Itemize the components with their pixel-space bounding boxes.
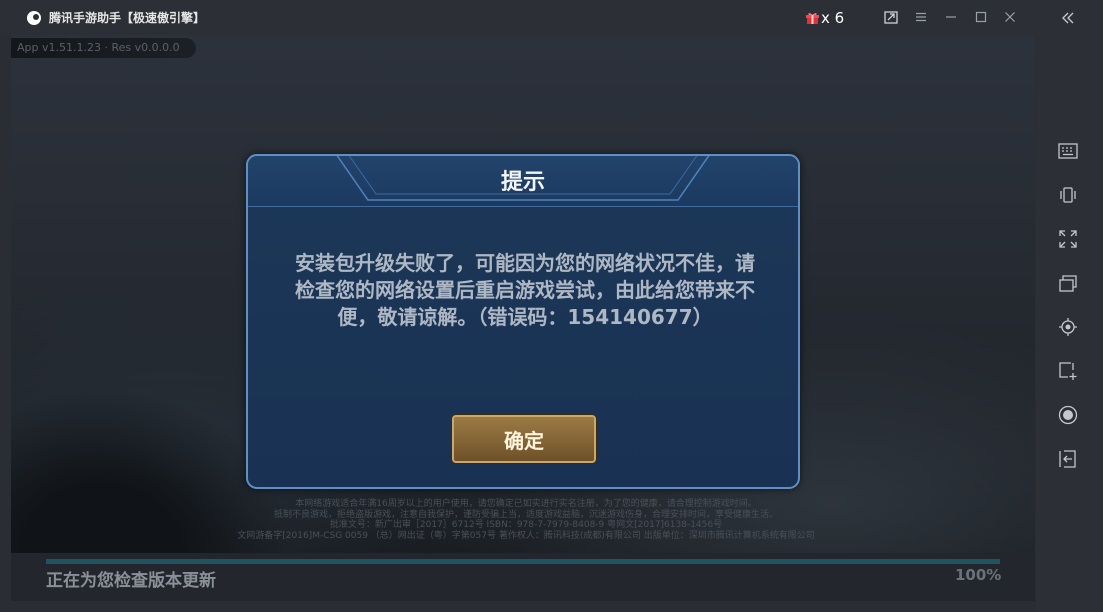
loading-bar-area: 正在为您检查版本更新 100% [11, 553, 1035, 601]
notice-line: 批准文号：新广出审［2017］6712号 ISBN：978-7-7979-840… [329, 520, 723, 530]
dialog-header: 提示 [248, 156, 798, 207]
title-bar: 腾讯手游助手【极速傲引擎】 x 6 [0, 0, 1036, 35]
collapse-button[interactable] [1056, 6, 1080, 30]
progress-bar [46, 559, 1000, 564]
version-label: App v1.51.1.23 · Res v0.0.0.0 [11, 38, 196, 58]
gift-icon [806, 12, 819, 24]
locate-icon [1059, 318, 1077, 336]
shake-icon [1060, 187, 1076, 203]
exit-icon [1059, 450, 1076, 468]
keyboard-icon [1058, 143, 1078, 159]
dialog-message: 安装包升级失败了，可能因为您的网络状况不佳，请检查您的网络设置后重启游戏尝试，由… [295, 251, 755, 329]
notice-line: 抵制不良游戏，拒绝盗版游戏，注意自我保护，谨防受骗上当，适度游戏益脑，沉迷游戏伤… [273, 509, 778, 520]
gift-count: x 6 [821, 9, 845, 27]
fullscreen-icon [1059, 230, 1077, 248]
minimize-icon [946, 16, 956, 18]
right-toolbar [1036, 0, 1103, 612]
multi-window-icon [1059, 275, 1077, 292]
menu-button[interactable] [912, 8, 930, 26]
notice-line: 文网游备字[2016]M-CSG 0059 （总）网出证（粤）字第057号 著作… [237, 530, 815, 541]
game-viewport[interactable]: App v1.51.1.23 · Res v0.0.0.0 提示 安装包升级失败… [11, 35, 1035, 601]
shake-button[interactable] [1056, 183, 1080, 207]
screenshot-button[interactable] [1056, 359, 1080, 383]
confirm-button[interactable]: 确定 [452, 415, 596, 463]
close-icon [1005, 12, 1015, 22]
record-icon [1058, 405, 1078, 425]
app-title: 腾讯手游助手【极速傲引擎】 [49, 11, 206, 25]
mini-window-icon [884, 11, 898, 24]
maximize-icon [975, 11, 987, 23]
app-logo-icon [27, 10, 41, 25]
fullscreen-button[interactable] [1056, 227, 1080, 251]
screenshot-icon [1059, 362, 1077, 380]
maximize-button[interactable] [972, 8, 990, 26]
exit-button[interactable] [1056, 447, 1080, 471]
record-button[interactable] [1056, 403, 1080, 427]
mini-window-button[interactable] [882, 8, 900, 26]
dialog-title: 提示 [500, 170, 545, 195]
gift-button[interactable]: x 6 [806, 9, 844, 27]
confirm-button-label: 确定 [504, 428, 544, 453]
progress-fill [46, 559, 1000, 564]
notice-line: 本网络游戏适合年满16周岁以上的用户使用，请您确定已如实进行实名注册，为了您的健… [295, 499, 757, 509]
keyboard-button[interactable] [1056, 139, 1080, 163]
status-text: 正在为您检查版本更新 [46, 571, 216, 591]
error-dialog: 提示 安装包升级失败了，可能因为您的网络状况不佳，请检查您的网络设置后重启游戏尝… [246, 154, 800, 489]
multi-window-button[interactable] [1056, 271, 1080, 295]
menu-icon [916, 12, 926, 22]
collapse-icon [1062, 12, 1074, 24]
progress-percent: 100% [955, 566, 1002, 584]
locate-button[interactable] [1056, 315, 1080, 339]
minimize-button[interactable] [942, 8, 960, 26]
legal-notice: 本网络游戏适合年满16周岁以上的用户使用，请您确定已如实进行实名注册，为了您的健… [191, 499, 861, 541]
close-button[interactable] [1001, 8, 1019, 26]
